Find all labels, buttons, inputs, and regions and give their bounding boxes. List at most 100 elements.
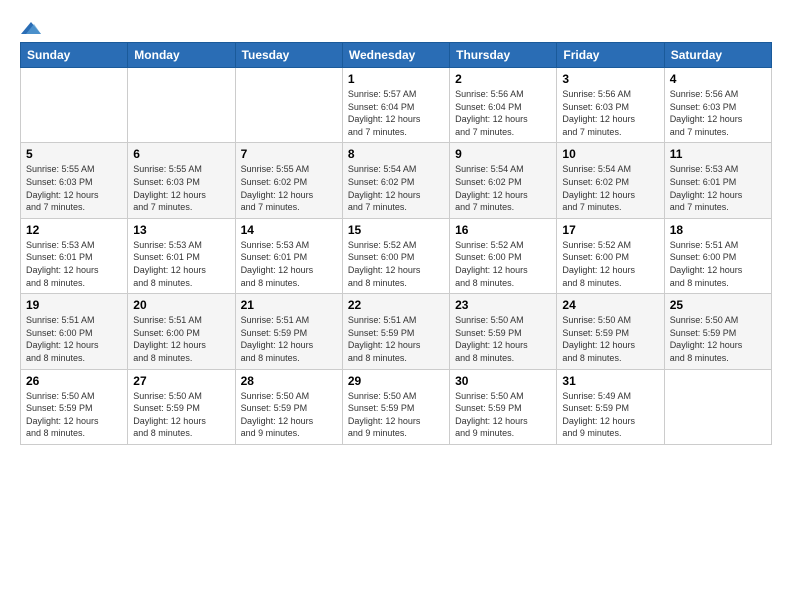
day-number: 23 (455, 298, 551, 312)
day-info: Sunrise: 5:50 AM Sunset: 5:59 PM Dayligh… (670, 314, 766, 364)
calendar-week-2: 5 Sunrise: 5:55 AM Sunset: 6:03 PM Daylig… (21, 143, 772, 218)
day-number: 25 (670, 298, 766, 312)
day-number: 30 (455, 374, 551, 388)
day-info: Sunrise: 5:51 AM Sunset: 5:59 PM Dayligh… (241, 314, 337, 364)
calendar-week-1: 1 Sunrise: 5:57 AM Sunset: 6:04 PM Daylig… (21, 68, 772, 143)
day-info: Sunrise: 5:52 AM Sunset: 6:00 PM Dayligh… (348, 239, 444, 289)
day-number: 21 (241, 298, 337, 312)
calendar-cell (235, 68, 342, 143)
day-number: 16 (455, 223, 551, 237)
calendar-cell: 30 Sunrise: 5:50 AM Sunset: 5:59 PM Dayli… (450, 369, 557, 444)
day-info: Sunrise: 5:55 AM Sunset: 6:03 PM Dayligh… (26, 163, 122, 213)
calendar-cell: 8 Sunrise: 5:54 AM Sunset: 6:02 PM Daylig… (342, 143, 449, 218)
weekday-header-thursday: Thursday (450, 43, 557, 68)
day-info: Sunrise: 5:50 AM Sunset: 5:59 PM Dayligh… (133, 390, 229, 440)
calendar-cell: 19 Sunrise: 5:51 AM Sunset: 6:00 PM Dayli… (21, 294, 128, 369)
weekday-header-friday: Friday (557, 43, 664, 68)
day-number: 27 (133, 374, 229, 388)
calendar-cell: 21 Sunrise: 5:51 AM Sunset: 5:59 PM Dayli… (235, 294, 342, 369)
day-info: Sunrise: 5:53 AM Sunset: 6:01 PM Dayligh… (241, 239, 337, 289)
day-info: Sunrise: 5:52 AM Sunset: 6:00 PM Dayligh… (562, 239, 658, 289)
calendar-cell: 17 Sunrise: 5:52 AM Sunset: 6:00 PM Dayli… (557, 218, 664, 293)
calendar-cell: 11 Sunrise: 5:53 AM Sunset: 6:01 PM Dayli… (664, 143, 771, 218)
day-number: 9 (455, 147, 551, 161)
day-number: 4 (670, 72, 766, 86)
day-number: 18 (670, 223, 766, 237)
day-number: 10 (562, 147, 658, 161)
calendar-cell (664, 369, 771, 444)
weekday-header-row: SundayMondayTuesdayWednesdayThursdayFrid… (21, 43, 772, 68)
calendar-cell: 26Sunrise: 5:50 AM Sunset: 5:59 PM Dayli… (21, 369, 128, 444)
day-info: Sunrise: 5:52 AM Sunset: 6:00 PM Dayligh… (455, 239, 551, 289)
day-number: 7 (241, 147, 337, 161)
calendar-cell: 10 Sunrise: 5:54 AM Sunset: 6:02 PM Dayli… (557, 143, 664, 218)
calendar-cell: 18 Sunrise: 5:51 AM Sunset: 6:00 PM Dayli… (664, 218, 771, 293)
day-info: Sunrise: 5:55 AM Sunset: 6:03 PM Dayligh… (133, 163, 229, 213)
day-info: Sunrise: 5:54 AM Sunset: 6:02 PM Dayligh… (455, 163, 551, 213)
day-number: 24 (562, 298, 658, 312)
calendar-cell: 14 Sunrise: 5:53 AM Sunset: 6:01 PM Dayli… (235, 218, 342, 293)
day-number: 28 (241, 374, 337, 388)
calendar-cell: 2 Sunrise: 5:56 AM Sunset: 6:04 PM Daylig… (450, 68, 557, 143)
weekday-header-saturday: Saturday (664, 43, 771, 68)
calendar-week-3: 12Sunrise: 5:53 AM Sunset: 6:01 PM Dayli… (21, 218, 772, 293)
weekday-header-sunday: Sunday (21, 43, 128, 68)
weekday-header-wednesday: Wednesday (342, 43, 449, 68)
calendar-table: SundayMondayTuesdayWednesdayThursdayFrid… (20, 42, 772, 445)
calendar-cell: 24 Sunrise: 5:50 AM Sunset: 5:59 PM Dayli… (557, 294, 664, 369)
calendar-cell: 13Sunrise: 5:53 AM Sunset: 6:01 PM Dayli… (128, 218, 235, 293)
day-info: Sunrise: 5:53 AM Sunset: 6:01 PM Dayligh… (670, 163, 766, 213)
day-info: Sunrise: 5:56 AM Sunset: 6:03 PM Dayligh… (562, 88, 658, 138)
day-number: 15 (348, 223, 444, 237)
day-info: Sunrise: 5:51 AM Sunset: 6:00 PM Dayligh… (133, 314, 229, 364)
day-info: Sunrise: 5:50 AM Sunset: 5:59 PM Dayligh… (562, 314, 658, 364)
day-number: 13 (133, 223, 229, 237)
day-number: 3 (562, 72, 658, 86)
day-info: Sunrise: 5:54 AM Sunset: 6:02 PM Dayligh… (562, 163, 658, 213)
calendar-cell: 6 Sunrise: 5:55 AM Sunset: 6:03 PM Daylig… (128, 143, 235, 218)
calendar-cell: 23Sunrise: 5:50 AM Sunset: 5:59 PM Dayli… (450, 294, 557, 369)
day-info: Sunrise: 5:50 AM Sunset: 5:59 PM Dayligh… (241, 390, 337, 440)
weekday-header-monday: Monday (128, 43, 235, 68)
calendar-cell (128, 68, 235, 143)
day-number: 5 (26, 147, 122, 161)
calendar-cell: 7Sunrise: 5:55 AM Sunset: 6:02 PM Daylig… (235, 143, 342, 218)
calendar-cell: 15 Sunrise: 5:52 AM Sunset: 6:00 PM Dayli… (342, 218, 449, 293)
calendar-cell: 27 Sunrise: 5:50 AM Sunset: 5:59 PM Dayli… (128, 369, 235, 444)
day-number: 1 (348, 72, 444, 86)
day-number: 17 (562, 223, 658, 237)
day-number: 31 (562, 374, 658, 388)
calendar-cell: 5 Sunrise: 5:55 AM Sunset: 6:03 PM Daylig… (21, 143, 128, 218)
day-info: Sunrise: 5:51 AM Sunset: 5:59 PM Dayligh… (348, 314, 444, 364)
day-number: 2 (455, 72, 551, 86)
day-info: Sunrise: 5:50 AM Sunset: 5:59 PM Dayligh… (26, 390, 122, 440)
day-number: 11 (670, 147, 766, 161)
calendar-cell: 25 Sunrise: 5:50 AM Sunset: 5:59 PM Dayli… (664, 294, 771, 369)
day-number: 19 (26, 298, 122, 312)
calendar-cell: 16 Sunrise: 5:52 AM Sunset: 6:00 PM Dayli… (450, 218, 557, 293)
day-number: 22 (348, 298, 444, 312)
day-info: Sunrise: 5:56 AM Sunset: 6:03 PM Dayligh… (670, 88, 766, 138)
calendar-cell: 9 Sunrise: 5:54 AM Sunset: 6:02 PM Daylig… (450, 143, 557, 218)
day-number: 8 (348, 147, 444, 161)
weekday-header-tuesday: Tuesday (235, 43, 342, 68)
day-info: Sunrise: 5:50 AM Sunset: 5:59 PM Dayligh… (455, 390, 551, 440)
calendar-cell: 12Sunrise: 5:53 AM Sunset: 6:01 PM Dayli… (21, 218, 128, 293)
day-info: Sunrise: 5:54 AM Sunset: 6:02 PM Dayligh… (348, 163, 444, 213)
calendar-cell: 29 Sunrise: 5:50 AM Sunset: 5:59 PM Dayli… (342, 369, 449, 444)
day-number: 29 (348, 374, 444, 388)
calendar-week-4: 19 Sunrise: 5:51 AM Sunset: 6:00 PM Dayli… (21, 294, 772, 369)
logo (20, 20, 42, 32)
day-info: Sunrise: 5:51 AM Sunset: 6:00 PM Dayligh… (26, 314, 122, 364)
day-info: Sunrise: 5:50 AM Sunset: 5:59 PM Dayligh… (348, 390, 444, 440)
day-info: Sunrise: 5:51 AM Sunset: 6:00 PM Dayligh… (670, 239, 766, 289)
calendar-cell: 1 Sunrise: 5:57 AM Sunset: 6:04 PM Daylig… (342, 68, 449, 143)
calendar-week-5: 26Sunrise: 5:50 AM Sunset: 5:59 PM Dayli… (21, 369, 772, 444)
day-info: Sunrise: 5:49 AM Sunset: 5:59 PM Dayligh… (562, 390, 658, 440)
logo-icon (21, 20, 41, 36)
day-number: 6 (133, 147, 229, 161)
day-info: Sunrise: 5:53 AM Sunset: 6:01 PM Dayligh… (26, 239, 122, 289)
day-info: Sunrise: 5:57 AM Sunset: 6:04 PM Dayligh… (348, 88, 444, 138)
day-number: 14 (241, 223, 337, 237)
day-info: Sunrise: 5:56 AM Sunset: 6:04 PM Dayligh… (455, 88, 551, 138)
